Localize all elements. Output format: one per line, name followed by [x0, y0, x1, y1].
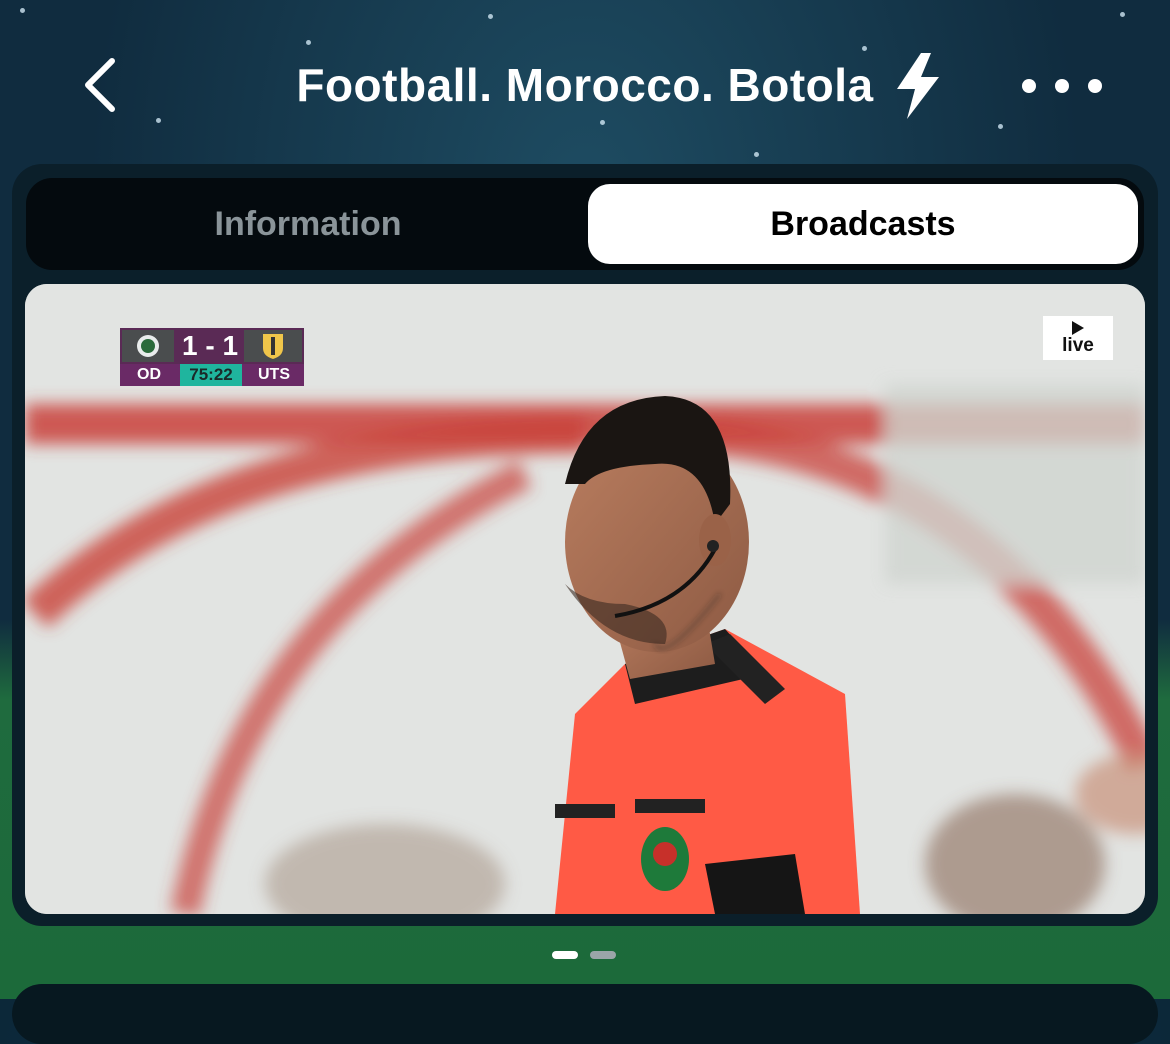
next-card: [12, 984, 1158, 1044]
more-dot: [1055, 79, 1069, 93]
more-options-button[interactable]: [1022, 66, 1102, 106]
away-team-code: UTS: [258, 366, 290, 383]
tab-information[interactable]: Information: [32, 184, 584, 264]
match-score: 1 - 1: [181, 330, 239, 361]
page-title: Football. Morocco. Botola: [296, 59, 874, 111]
tab-broadcasts[interactable]: Broadcasts: [588, 184, 1138, 264]
live-badge: live: [1043, 316, 1113, 360]
pagination-dot-active[interactable]: [552, 951, 578, 959]
live-label: live: [1062, 335, 1094, 356]
more-dot: [1022, 79, 1036, 93]
match-clock: 75:22: [180, 364, 242, 386]
tab-bar: Information Broadcasts: [26, 178, 1144, 270]
broadcast-video-player[interactable]: 1 - 1 OD 75:22 UTS live: [25, 284, 1145, 914]
pagination-dot[interactable]: [590, 951, 616, 959]
lightning-bolt-icon: [897, 53, 939, 119]
more-dot: [1088, 79, 1102, 93]
away-team-crest-icon: [244, 330, 302, 362]
top-bar: Football. Morocco. Botola: [0, 0, 1170, 170]
play-icon: [1072, 321, 1084, 335]
lightning-button[interactable]: [888, 50, 948, 122]
home-team-code: OD: [137, 366, 161, 383]
match-panel: Information Broadcasts 1 - 1 OD 75:22 UT…: [12, 164, 1158, 926]
carousel-pagination: [552, 951, 618, 961]
scoreboard-overlay: 1 - 1 OD 75:22 UTS: [120, 328, 304, 386]
home-team-crest-icon: [122, 330, 174, 362]
